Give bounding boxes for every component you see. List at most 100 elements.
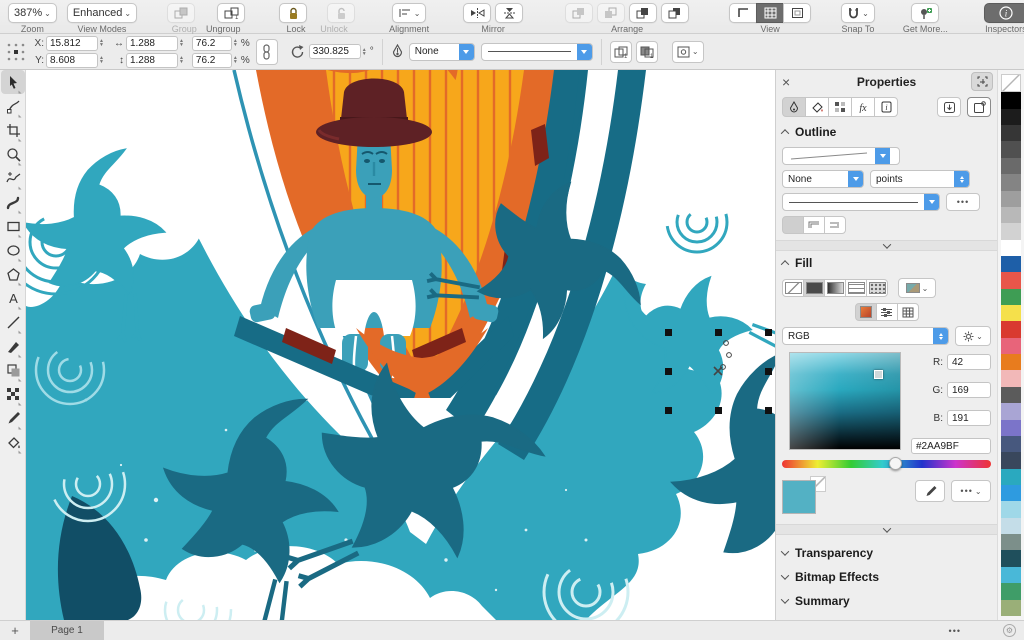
fill-none-button[interactable] xyxy=(782,279,804,297)
hex-input[interactable] xyxy=(911,438,991,454)
tool-calligraphy[interactable] xyxy=(1,334,25,358)
forward-one-button[interactable] xyxy=(629,3,658,23)
fill-gradient-button[interactable] xyxy=(824,279,846,297)
tool-text[interactable]: A xyxy=(1,286,25,310)
tool-rectangle[interactable] xyxy=(1,214,25,238)
palette-swatch[interactable] xyxy=(1001,125,1021,142)
outline-style-select[interactable] xyxy=(480,42,593,61)
hue-slider[interactable] xyxy=(782,457,991,470)
color-sliders-button[interactable] xyxy=(875,303,898,321)
height-percent-stepper[interactable]: ▲ ▼ xyxy=(233,56,238,65)
palette-swatch[interactable] xyxy=(1001,419,1021,436)
tab-fill[interactable] xyxy=(805,97,829,117)
palette-swatch[interactable] xyxy=(1001,255,1021,273)
palette-swatch[interactable] xyxy=(1001,190,1021,207)
to-front-button[interactable] xyxy=(565,3,594,23)
outline-section-header[interactable]: Outline xyxy=(780,122,991,142)
corner-style-selected[interactable] xyxy=(782,216,804,234)
tool-zoom[interactable] xyxy=(1,142,25,166)
palette-swatch[interactable] xyxy=(1001,206,1021,224)
y-position-input[interactable] xyxy=(46,52,98,68)
palette-swatch[interactable] xyxy=(1001,370,1021,387)
x-position-input[interactable] xyxy=(46,35,98,51)
width-stepper[interactable]: ▲ ▼ xyxy=(179,39,184,48)
view-modes-dropdown[interactable]: Enhanced ⌄ xyxy=(66,3,138,23)
zoom-dropdown[interactable]: 387% ⌄ xyxy=(8,3,57,23)
palette-options-icon[interactable]: ⚙ xyxy=(1003,624,1016,637)
view-page-button[interactable] xyxy=(783,3,812,23)
outline-width-preset-select[interactable] xyxy=(782,147,900,165)
transparency-section-header[interactable]: Transparency xyxy=(780,543,991,563)
color-options-dropdown[interactable]: ⌄ xyxy=(955,326,991,346)
tool-drop-shadow[interactable] xyxy=(1,358,25,382)
lock-button[interactable] xyxy=(279,3,308,23)
drawing-canvas[interactable] xyxy=(26,70,775,620)
palette-swatch[interactable] xyxy=(1001,403,1021,420)
eyedropper-button[interactable] xyxy=(915,480,945,502)
g-input[interactable] xyxy=(947,382,991,398)
tab-transparency[interactable] xyxy=(828,97,852,117)
height-stepper[interactable]: ▲ ▼ xyxy=(179,56,184,65)
view-border-button[interactable] xyxy=(729,3,758,23)
ungroup-button[interactable]: 1 xyxy=(217,3,246,23)
palette-swatch[interactable] xyxy=(1001,157,1021,175)
palette-swatch[interactable] xyxy=(1001,305,1021,322)
palette-swatch[interactable] xyxy=(1001,484,1021,502)
anchor-point-selector[interactable] xyxy=(6,42,26,62)
outline-more-button[interactable]: ••• xyxy=(946,193,980,211)
tool-eyedropper[interactable] xyxy=(1,406,25,430)
convert-outline-button[interactable]: 1 xyxy=(609,40,632,63)
wireframe-options-dropdown[interactable]: ⌄ xyxy=(671,40,704,63)
fill-picker-dropdown[interactable]: ⌄ xyxy=(898,278,936,298)
tool-shape[interactable] xyxy=(1,94,25,118)
palette-swatch[interactable] xyxy=(1001,435,1021,453)
lock-ratio-button[interactable] xyxy=(255,38,278,65)
height-input[interactable] xyxy=(125,52,178,68)
palette-swatch[interactable] xyxy=(1001,337,1021,355)
tool-crop[interactable] xyxy=(1,118,25,142)
color-marker[interactable] xyxy=(873,370,883,380)
tab-effects[interactable]: fx xyxy=(851,97,875,117)
palette-swatch[interactable] xyxy=(1001,599,1021,616)
alignment-dropdown[interactable]: ⌄ xyxy=(391,3,427,23)
rotation-input[interactable] xyxy=(308,44,361,59)
palette-swatch[interactable] xyxy=(1001,583,1021,600)
fill-section-header[interactable]: Fill xyxy=(780,253,991,273)
page-tab[interactable]: Page 1 xyxy=(30,620,104,640)
swatch-options-dropdown[interactable]: ••• ⌄ xyxy=(951,480,991,502)
palette-swatch-none[interactable] xyxy=(1001,74,1021,93)
palette-swatch[interactable] xyxy=(1001,174,1021,191)
color-palette-button[interactable] xyxy=(896,303,919,321)
outline-width-select[interactable]: None xyxy=(408,42,475,61)
transform-inspector-button[interactable] xyxy=(971,72,993,91)
add-page-button[interactable]: + xyxy=(0,623,30,638)
inspectors-button[interactable]: i xyxy=(983,3,1024,23)
palette-swatch[interactable] xyxy=(1001,272,1021,289)
color-model-select[interactable]: RGB xyxy=(782,327,949,345)
palette-more-button[interactable]: ••• xyxy=(949,626,961,636)
y-stepper[interactable]: ▲ ▼ xyxy=(99,56,104,65)
page-options-button[interactable] xyxy=(967,97,991,117)
tab-outline[interactable] xyxy=(782,97,806,117)
x-stepper[interactable]: ▲ ▼ xyxy=(99,39,104,48)
outline-style-select[interactable] xyxy=(782,193,940,211)
tool-freehand[interactable] xyxy=(1,166,25,190)
rotation-stepper[interactable]: ▲ ▼ xyxy=(362,47,367,56)
tool-polygon[interactable] xyxy=(1,262,25,286)
fill-solid-button[interactable] xyxy=(803,279,825,297)
palette-swatch[interactable] xyxy=(1001,141,1021,158)
width-input[interactable] xyxy=(125,35,178,51)
corner-style-option[interactable] xyxy=(803,216,825,234)
palette-swatch[interactable] xyxy=(1001,468,1021,485)
palette-swatch[interactable] xyxy=(1001,288,1021,306)
tool-fill[interactable] xyxy=(1,430,25,454)
fill-color-swatch[interactable] xyxy=(782,480,816,514)
tab-summary[interactable]: i xyxy=(874,97,898,117)
unlock-button[interactable] xyxy=(327,3,356,23)
tool-pick[interactable] xyxy=(1,70,25,94)
palette-swatch[interactable] xyxy=(1001,534,1021,551)
color-viewer-button[interactable] xyxy=(854,303,877,321)
group-button[interactable] xyxy=(167,3,196,23)
width-percent-input[interactable] xyxy=(191,35,232,51)
fill-pattern-button[interactable] xyxy=(845,279,867,297)
